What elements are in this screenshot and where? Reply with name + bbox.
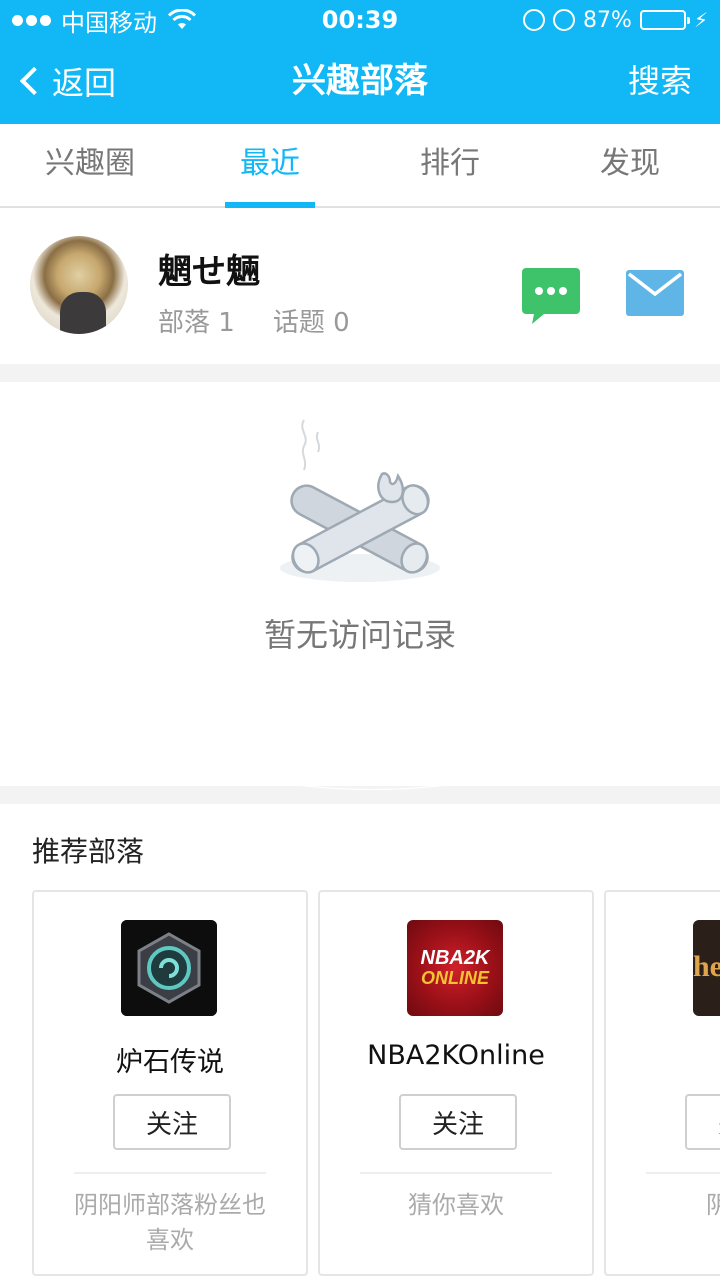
recommended-section: 推荐部落 炉石传说 关注 阴阳师部落粉丝也喜欢 NBA2K ONLINE NBA… bbox=[0, 804, 720, 1281]
follow-button[interactable]: 关注 bbox=[685, 1094, 720, 1150]
tribe-card[interactable]: NBA2K ONLINE NBA2KOnline 关注 猜你喜欢 bbox=[318, 890, 594, 1276]
follow-button[interactable]: 关注 bbox=[399, 1094, 517, 1150]
follow-button[interactable]: 关注 bbox=[113, 1094, 231, 1150]
chat-bubble-icon[interactable] bbox=[522, 268, 580, 324]
tab-ranking[interactable]: 排行 bbox=[360, 124, 540, 206]
profile-card: 魍せ魎 部落 1 话题 0 bbox=[0, 208, 720, 364]
tribe-name: 30 bbox=[606, 1040, 720, 1071]
hearthstone-icon[interactable] bbox=[121, 920, 217, 1016]
search-button[interactable]: 搜索 bbox=[628, 56, 692, 106]
tribe-desc: 阴阳师 bbox=[706, 1191, 720, 1219]
back-button[interactable]: 返回 bbox=[16, 56, 116, 106]
user-name: 魍せ魎 bbox=[158, 252, 260, 292]
tribe-icon-text: he bbox=[693, 920, 720, 1016]
online-logo-text: ONLINE bbox=[420, 968, 489, 988]
divider bbox=[360, 1172, 552, 1174]
nba2k-online-icon[interactable]: NBA2K ONLINE bbox=[407, 920, 503, 1016]
avatar[interactable] bbox=[30, 236, 128, 334]
mail-icon[interactable] bbox=[626, 268, 684, 320]
empty-state-text: 暂无访问记录 bbox=[263, 616, 456, 654]
tab-recent[interactable]: 最近 bbox=[180, 124, 360, 208]
empty-state: 暂无访问记录 bbox=[0, 382, 720, 786]
tab-bar: 兴趣圈 最近 排行 发现 bbox=[0, 124, 720, 208]
status-right: 87% ⚡ bbox=[523, 4, 708, 36]
extinguished-campfire-icon bbox=[280, 419, 440, 582]
tab-interest-circle[interactable]: 兴趣圈 bbox=[0, 124, 180, 206]
section-title: 推荐部落 bbox=[32, 835, 145, 868]
tab-discover[interactable]: 发现 bbox=[540, 124, 720, 206]
divider bbox=[74, 1172, 266, 1174]
alarm-icon bbox=[553, 9, 576, 31]
tribe-desc: 猜你喜欢 bbox=[408, 1191, 504, 1219]
nba2k-logo-text: NBA2K bbox=[420, 947, 490, 969]
tribe-name: NBA2KOnline bbox=[367, 1040, 545, 1071]
charging-icon: ⚡ bbox=[693, 8, 708, 32]
tribe-card[interactable]: he 30 关注 阴阳师 bbox=[604, 890, 720, 1276]
topic-count: 话题 0 bbox=[272, 308, 350, 338]
tribe-desc: 阴阳师部落粉丝也喜欢 bbox=[74, 1191, 266, 1254]
battery-percent: 87% bbox=[583, 7, 632, 33]
back-label: 返回 bbox=[52, 64, 117, 102]
tribe-count: 部落 1 bbox=[158, 308, 235, 338]
battery-icon bbox=[639, 10, 690, 30]
rotation-lock-icon bbox=[523, 9, 546, 31]
tribe-card[interactable]: 炉石传说 关注 阴阳师部落粉丝也喜欢 bbox=[32, 890, 308, 1276]
user-stats: 部落 1 话题 0 bbox=[158, 302, 350, 339]
divider bbox=[646, 1172, 720, 1174]
status-bar: 中国移动 00:39 87% ⚡ bbox=[0, 0, 720, 790]
tribe-name: 炉石传说 bbox=[116, 1047, 224, 1078]
tribe-icon[interactable]: he bbox=[693, 920, 720, 1016]
header: 中国移动 00:39 87% ⚡ 返回 兴趣部落 搜索 bbox=[0, 0, 720, 790]
chevron-left-icon bbox=[19, 66, 49, 96]
recommended-cards[interactable]: 炉石传说 关注 阴阳师部落粉丝也喜欢 NBA2K ONLINE NBA2KOnl… bbox=[32, 890, 720, 1276]
